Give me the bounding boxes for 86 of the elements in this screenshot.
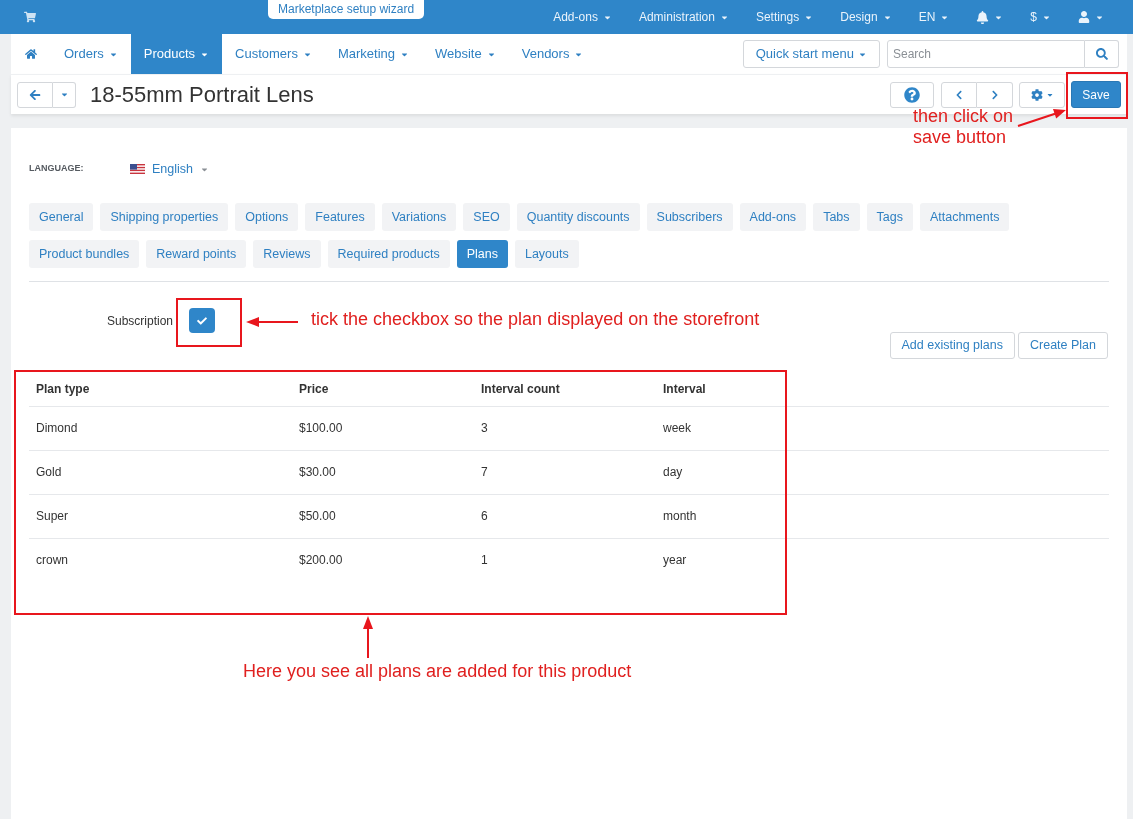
quick-start-button[interactable]: Quick start menu xyxy=(742,40,880,68)
language-selector[interactable]: English xyxy=(130,159,209,179)
tab[interactable]: Reviews xyxy=(253,240,321,268)
top-menu[interactable]: Administration xyxy=(638,0,729,34)
table-cell: month xyxy=(656,494,1109,538)
tab[interactable]: Subscribers xyxy=(646,203,733,231)
user-icon xyxy=(1078,11,1090,23)
help-icon xyxy=(904,86,920,103)
top-menu[interactable]: EN xyxy=(918,0,950,34)
nav-menu[interactable]: Marketing xyxy=(324,34,422,74)
subscription-label: Subscription xyxy=(105,312,173,330)
nav-menu[interactable]: Orders xyxy=(51,34,131,74)
highlight-frame xyxy=(1066,72,1128,119)
tab[interactable]: Required products xyxy=(327,240,450,268)
tab[interactable]: Attachments xyxy=(919,203,1010,231)
tab[interactable]: Tabs xyxy=(813,203,860,231)
annotation-text: then click on save button xyxy=(913,106,1015,148)
tab[interactable]: Features xyxy=(305,203,375,231)
column-header: Interval count xyxy=(474,372,656,406)
table-cell: year xyxy=(656,538,1109,582)
tab[interactable]: Plans xyxy=(456,240,508,268)
back-arrow-icon xyxy=(29,88,41,101)
table-cell: crown xyxy=(29,538,292,582)
annotation-text: Here you see all plans are added for this product xyxy=(243,661,632,682)
tab[interactable]: Quantity discounts xyxy=(516,203,640,231)
table-cell: $30.00 xyxy=(292,450,474,494)
table-cell: $200.00 xyxy=(292,538,474,582)
save-button[interactable]: Save xyxy=(1071,81,1121,108)
caret-icon xyxy=(59,90,69,99)
plan-action-button[interactable]: Create Plan xyxy=(1018,332,1108,359)
top-menu[interactable]: Settings xyxy=(755,0,814,34)
flag-icon xyxy=(130,164,145,174)
arrow-icon xyxy=(245,316,299,328)
tab[interactable]: Product bundles xyxy=(29,240,140,268)
tab[interactable]: General xyxy=(29,203,94,231)
check-icon xyxy=(197,315,207,326)
back-button[interactable] xyxy=(17,81,53,108)
table-cell: 3 xyxy=(474,406,656,450)
tab[interactable]: Variations xyxy=(381,203,457,231)
top-menu[interactable]: Design xyxy=(840,0,892,34)
arrow-icon xyxy=(1016,107,1068,129)
tab[interactable]: Options xyxy=(235,203,299,231)
nav-menu[interactable]: Vendors xyxy=(508,34,597,74)
annotation-text: tick the checkbox so the plan displayed on the storefront xyxy=(311,309,760,330)
chevron-right-icon xyxy=(989,89,1000,100)
help-button[interactable] xyxy=(890,81,934,108)
chevron-left-icon xyxy=(954,89,964,100)
tab[interactable]: Shipping properties xyxy=(100,203,229,231)
bell-icon xyxy=(976,10,990,24)
arrow-icon xyxy=(362,615,374,659)
tab[interactable]: Tags xyxy=(866,203,913,231)
settings-menu-button[interactable] xyxy=(1019,81,1065,108)
home-icon xyxy=(25,48,37,60)
table-cell: 1 xyxy=(474,538,656,582)
nav-menu[interactable]: Website xyxy=(422,34,509,74)
tab[interactable]: SEO xyxy=(463,203,510,231)
tab[interactable]: Layouts xyxy=(514,240,579,268)
table-cell: $100.00 xyxy=(292,406,474,450)
nav-menu[interactable]: Products xyxy=(130,34,223,74)
page-title: 18-55mm Portrait Lens xyxy=(90,81,314,109)
search-field[interactable]: Search xyxy=(887,40,1085,68)
cart-icon[interactable] xyxy=(24,11,36,23)
tab[interactable]: Reward points xyxy=(146,240,247,268)
column-header: Plan type xyxy=(29,372,292,406)
table-cell: 6 xyxy=(474,494,656,538)
top-menu[interactable]: $ xyxy=(1030,0,1051,34)
highlight-frame xyxy=(176,298,242,347)
table-cell: 7 xyxy=(474,450,656,494)
table-cell: Gold xyxy=(29,450,292,494)
table-cell: day xyxy=(656,450,1109,494)
gear-icon xyxy=(1030,88,1043,101)
column-header: Price xyxy=(292,372,474,406)
plan-action-button[interactable]: Add existing plans xyxy=(889,332,1015,359)
language-label: LANGUAGE: xyxy=(29,162,85,176)
wizard-tab[interactable]: Marketplace setup wizard xyxy=(268,0,425,19)
table-cell: $50.00 xyxy=(292,494,474,538)
table-cell: Dimond xyxy=(29,406,292,450)
search-icon xyxy=(1095,48,1108,60)
top-menu[interactable]: Add-ons xyxy=(553,0,612,34)
subscription-checkbox[interactable] xyxy=(189,308,215,333)
search-button[interactable] xyxy=(1085,40,1119,68)
nav-menu[interactable]: Customers xyxy=(222,34,325,74)
tab[interactable]: Add-ons xyxy=(739,203,807,231)
table-cell: week xyxy=(656,406,1109,450)
table-cell: Super xyxy=(29,494,292,538)
column-header: Interval xyxy=(656,372,1109,406)
